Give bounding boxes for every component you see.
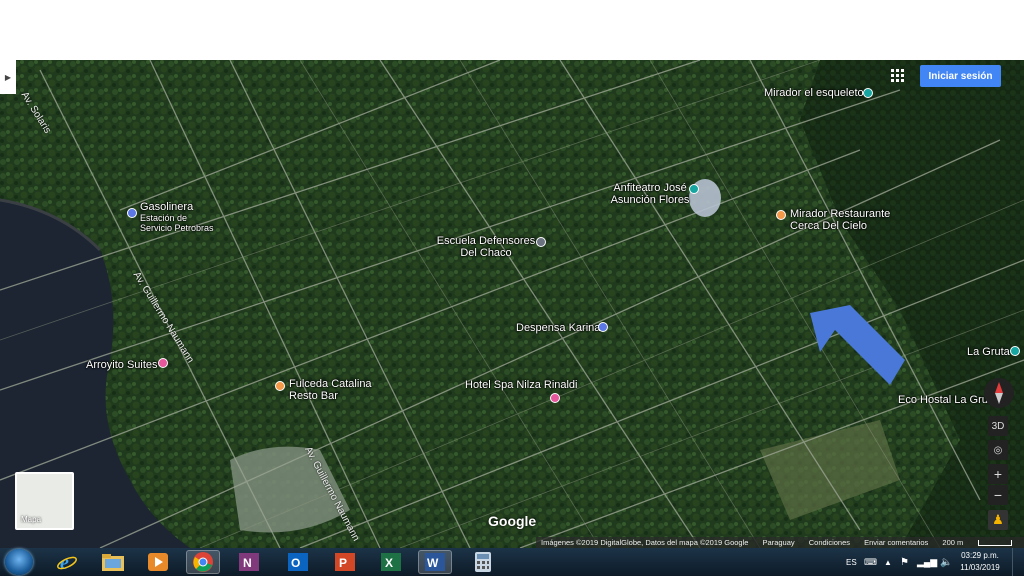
place-mirador-restaurante[interactable]: Mirador Restaurante Cerca Del Cielo <box>790 208 890 232</box>
system-clock[interactable]: 03:29 p.m. 11/03/2019 <box>955 550 1005 574</box>
excel-icon[interactable]: X <box>374 550 408 574</box>
onenote-icon[interactable]: N <box>232 550 266 574</box>
terms-link[interactable]: Condiciones <box>809 538 850 547</box>
my-location-icon[interactable]: ◎ <box>988 440 1008 460</box>
sign-in-button[interactable]: Iniciar sesión <box>920 65 1001 87</box>
hotel-pin-icon[interactable] <box>550 393 560 403</box>
action-center-flag-icon[interactable]: ⚑ <box>900 548 909 576</box>
pegman-icon[interactable]: ♟ <box>988 510 1008 530</box>
zoom-out-button[interactable]: − <box>988 485 1008 505</box>
place-mirador-esqueleto[interactable]: Mirador el esqueleto <box>764 87 864 99</box>
place-anfiteatro[interactable]: Anfiteatro José Asunción Flores <box>608 182 692 206</box>
network-signal-icon[interactable]: ▂▄▆ <box>917 548 937 576</box>
place-estacion[interactable]: Estación de Servicio Petrobras <box>140 213 214 233</box>
ie-icon[interactable]: e <box>50 550 84 574</box>
compass-icon[interactable] <box>984 378 1014 408</box>
place-hotel-spa[interactable]: Hotel Spa Nilza Rinaldi <box>465 379 578 391</box>
chrome-icon[interactable] <box>186 550 220 574</box>
word-icon[interactable]: W <box>418 550 452 574</box>
imagery-credit: Imágenes ©2019 DigitalGlobe, Datos del m… <box>541 538 749 547</box>
zoom-in-button[interactable]: + <box>988 464 1008 484</box>
scale-label: 200 m <box>942 538 1024 547</box>
svg-text:N: N <box>243 556 252 570</box>
school-pin-icon[interactable] <box>536 237 546 247</box>
map-footer: Imágenes ©2019 DigitalGlobe, Datos del m… <box>536 537 1024 548</box>
show-desktop-button[interactable] <box>1012 548 1024 576</box>
shop-pin-icon[interactable] <box>598 322 608 332</box>
country-label: Paraguay <box>762 538 795 547</box>
layer-switcher-label: Mapa <box>21 515 42 524</box>
apps-grid-icon[interactable] <box>890 68 906 84</box>
gas-station-pin-icon[interactable] <box>127 208 137 218</box>
viewpoint-pin-icon[interactable] <box>863 88 873 98</box>
clock-date: 11/03/2019 <box>960 563 1000 572</box>
place-escuela[interactable]: Escuela Defensores Del Chaco <box>436 235 536 259</box>
volume-icon[interactable]: 🔈 <box>940 548 952 576</box>
place-arroyito[interactable]: Arroyito Suites <box>86 359 158 371</box>
place-fulceda[interactable]: Fulceda Catalina Resto Bar <box>289 378 372 402</box>
landmark-pin-icon[interactable] <box>689 184 699 194</box>
layer-switcher[interactable]: Mapa <box>15 472 74 530</box>
powerpoint-icon[interactable]: P <box>328 550 362 574</box>
restaurant-pin-icon[interactable] <box>776 210 786 220</box>
keyboard-icon[interactable]: ⌨ <box>864 548 877 576</box>
place-gasolinera[interactable]: Gasolinera <box>140 201 193 213</box>
place-la-gruta[interactable]: La Gruta <box>967 346 1010 358</box>
svg-text:X: X <box>385 556 393 570</box>
place-eco-hostal[interactable]: Eco Hostal La Gruta <box>898 394 997 406</box>
svg-text:P: P <box>339 556 347 570</box>
media-icon[interactable] <box>141 550 175 574</box>
clock-time: 03:29 p.m. <box>961 551 999 560</box>
feedback-link[interactable]: Enviar comentarios <box>864 538 928 547</box>
satellite-map[interactable]: Mirador el esqueleto Anfiteatro José Asu… <box>0 60 1024 548</box>
expand-panel-button[interactable]: ▶ <box>0 60 16 94</box>
outlook-icon[interactable]: O <box>281 550 315 574</box>
svg-text:O: O <box>291 556 300 570</box>
hotel-pin-icon[interactable] <box>158 358 168 368</box>
language-indicator[interactable]: ES <box>846 548 857 576</box>
top-whitespace <box>0 0 1024 60</box>
svg-text:W: W <box>427 556 439 570</box>
scale-bar <box>978 540 1013 547</box>
explorer-icon[interactable] <box>96 550 130 574</box>
landmark-pin-icon[interactable] <box>1010 346 1020 356</box>
calculator-icon[interactable] <box>466 550 500 574</box>
start-icon[interactable] <box>5 549 33 575</box>
chevron-right-icon: ▶ <box>4 72 12 82</box>
place-despensa[interactable]: Despensa Karina <box>516 322 600 334</box>
restaurant-pin-icon[interactable] <box>275 381 285 391</box>
google-logo: Google <box>488 513 537 529</box>
tilt-3d-button[interactable]: 3D <box>988 416 1008 436</box>
show-hidden-icons-icon[interactable]: ▲ <box>884 548 892 576</box>
